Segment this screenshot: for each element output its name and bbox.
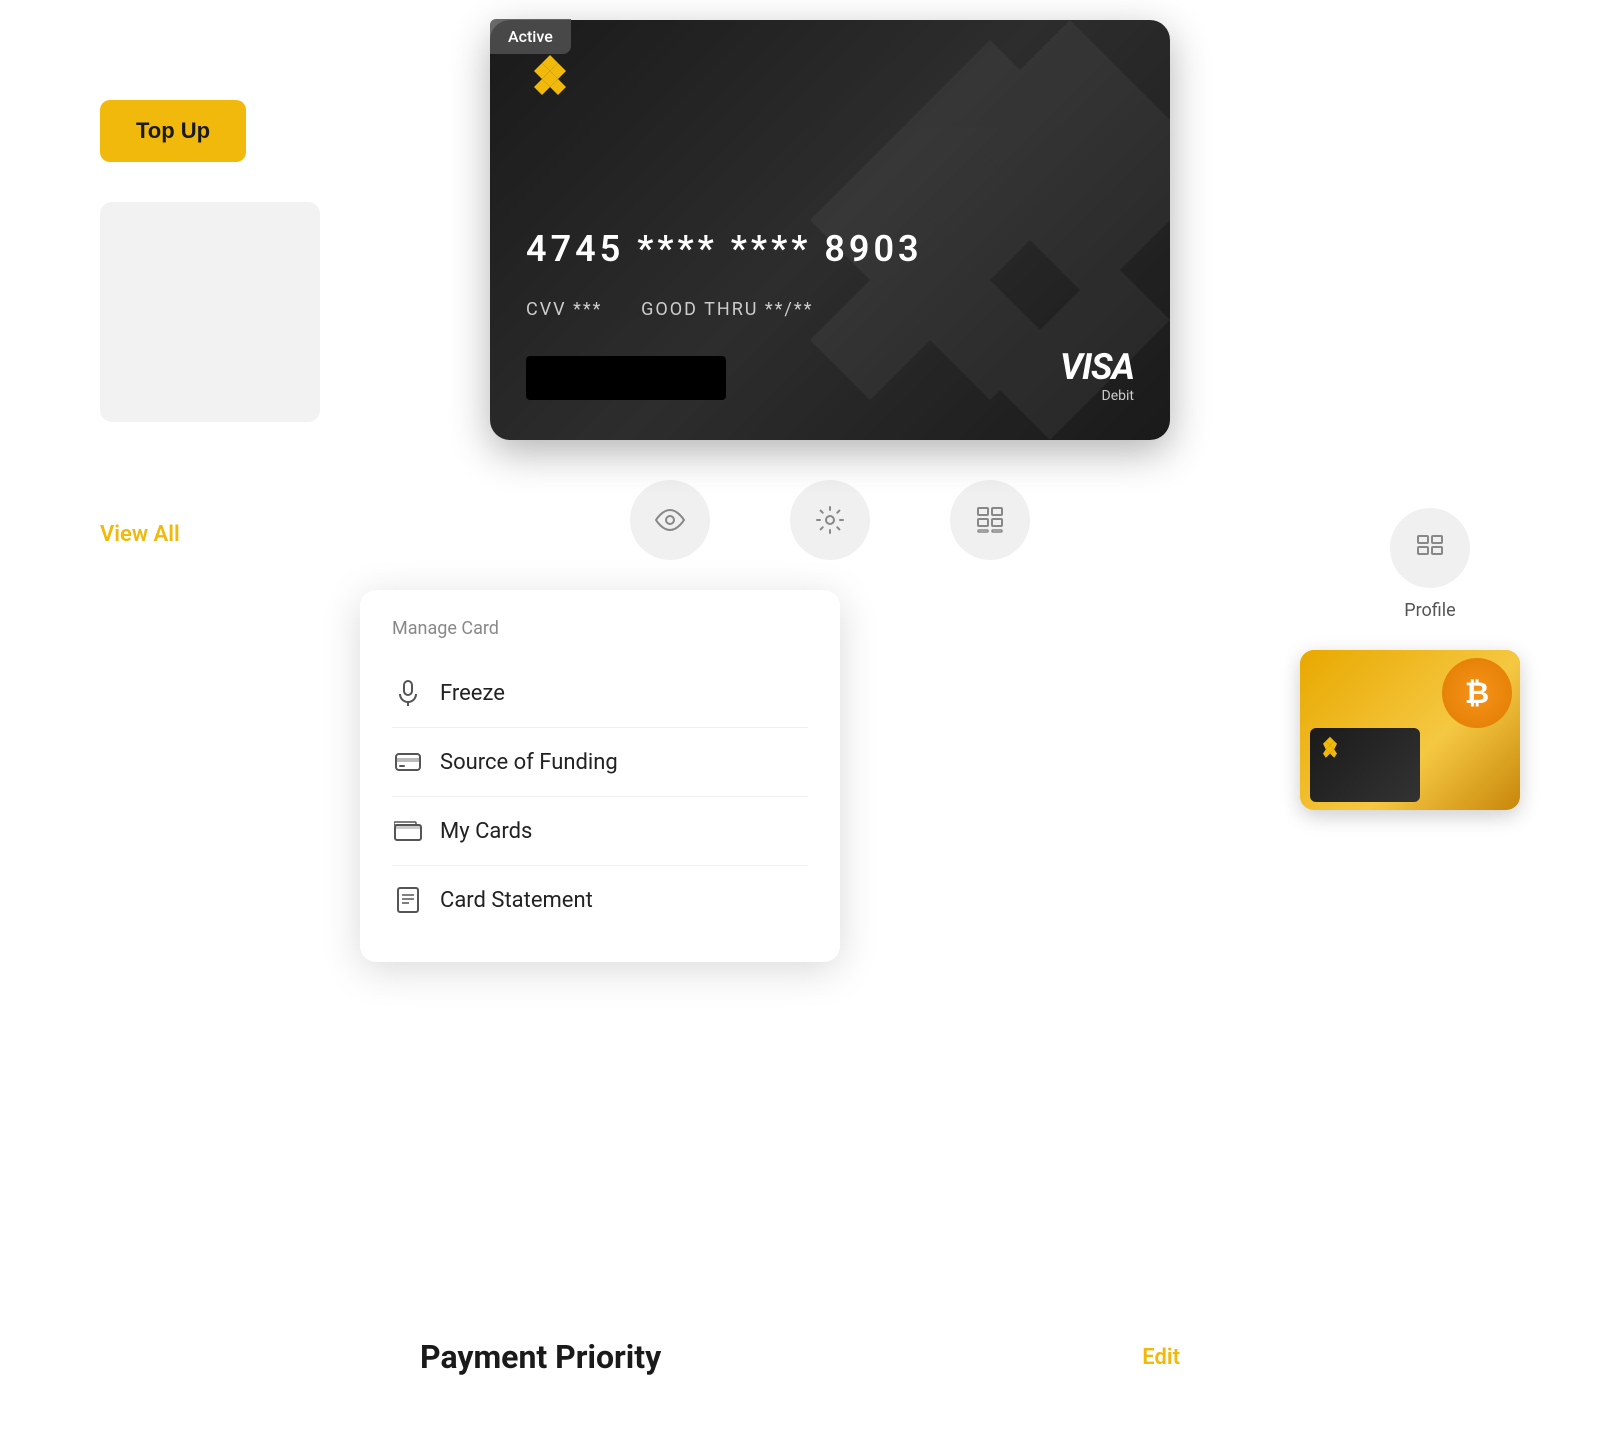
bitcoin-icon: ₿ [1442, 658, 1512, 728]
visa-logo: VISA Debit [1060, 346, 1134, 404]
thumb-card [1310, 728, 1420, 802]
left-panel: Top Up View All [100, 100, 320, 547]
my-cards-icon [392, 815, 424, 847]
card-section: Active [280, 0, 1380, 560]
good-thru-label: GOOD THRU **/** [641, 299, 813, 320]
binance-icon [520, 50, 580, 110]
card-thumbnail-inner: ₿ [1300, 650, 1520, 810]
my-cards-label: My Cards [440, 819, 532, 844]
card-details: CVV *** GOOD THRU **/** [526, 299, 813, 320]
card-name-bar [526, 356, 726, 400]
payment-priority-section: Payment Priority Edit [420, 1338, 1180, 1376]
card-thumbnail[interactable]: ₿ [1300, 650, 1520, 810]
card-logo [520, 50, 580, 114]
card-statement-icon [392, 884, 424, 916]
view-icon-circle [630, 480, 710, 560]
my-cards-item[interactable]: My Cards [392, 797, 808, 866]
cvv-label: CVV *** [526, 299, 602, 320]
credit-card[interactable]: 4745 **** **** 8903 CVV *** GOOD THRU **… [490, 20, 1170, 440]
freeze-icon [392, 677, 424, 709]
grid-icon [976, 506, 1004, 534]
profile-label: Profile [1404, 600, 1455, 621]
manage-card-title: Manage Card [392, 618, 808, 639]
gray-box-placeholder [100, 202, 320, 422]
view-button[interactable] [630, 480, 710, 560]
source-funding-icon [392, 746, 424, 778]
active-badge: Active [490, 19, 571, 54]
view-all-link[interactable]: View All [100, 522, 180, 547]
payment-priority-title: Payment Priority [420, 1338, 661, 1376]
gear-icon [815, 505, 845, 535]
thumb-binance-icon [1316, 734, 1344, 762]
top-up-button[interactable]: Top Up [100, 100, 246, 162]
visa-text: VISA [1060, 346, 1134, 388]
card-wrapper: Active [490, 20, 1170, 440]
source-funding-label: Source of Funding [440, 750, 618, 775]
edit-link[interactable]: Edit [1142, 1345, 1180, 1370]
card-statement-label: Card Statement [440, 888, 593, 913]
settings-icon-circle [790, 480, 870, 560]
profile-grid-icon [1416, 534, 1444, 562]
source-funding-item[interactable]: Source of Funding [392, 728, 808, 797]
freeze-label: Freeze [440, 681, 505, 706]
settings-button[interactable] [790, 480, 870, 560]
freeze-item[interactable]: Freeze [392, 659, 808, 728]
grid-icon-circle [950, 480, 1030, 560]
visa-debit-label: Debit [1060, 388, 1134, 404]
manage-card-dropdown: Manage Card Freeze Source of Funding [360, 590, 840, 962]
grid-button[interactable] [950, 480, 1030, 560]
profile-icon-circle[interactable] [1390, 508, 1470, 588]
eye-icon [654, 509, 686, 531]
card-statement-item[interactable]: Card Statement [392, 866, 808, 934]
card-number: 4745 **** **** 8903 [526, 228, 923, 270]
profile-section: Profile [1390, 508, 1470, 621]
action-row [490, 480, 1170, 560]
